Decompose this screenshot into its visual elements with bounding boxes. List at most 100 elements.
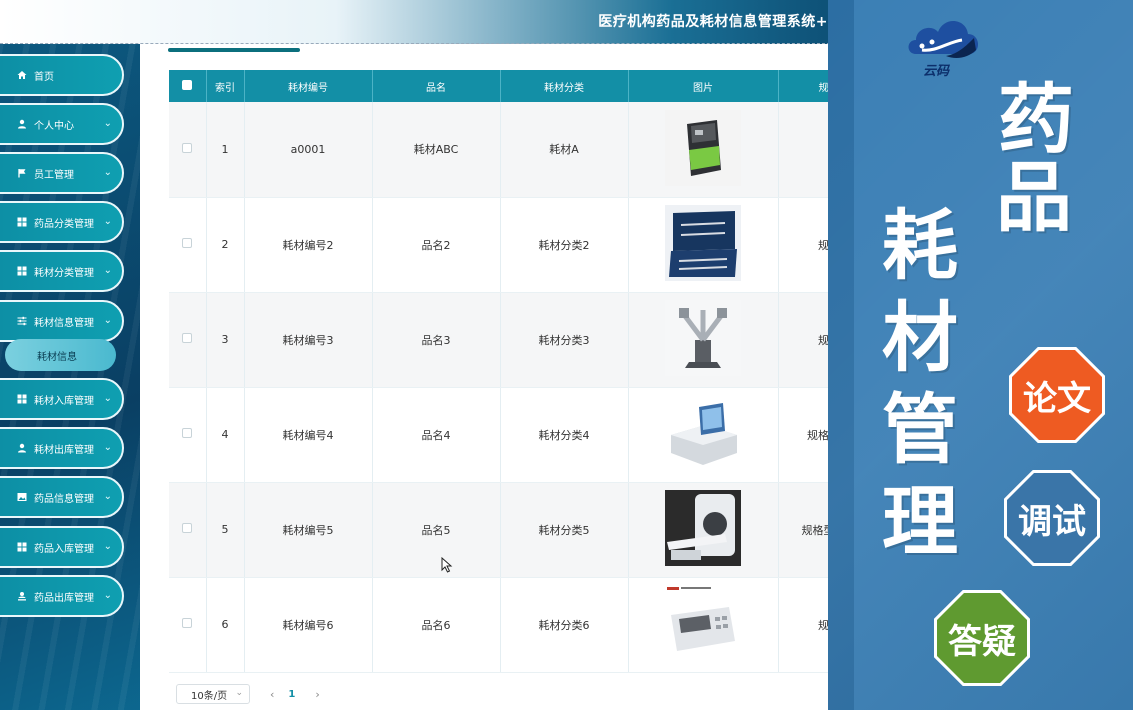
surgical-robot-image[interactable] [665, 300, 741, 376]
cell-image [628, 577, 779, 673]
analyzer-image[interactable] [665, 395, 741, 471]
column-header-image[interactable]: 图片 [628, 70, 779, 102]
column-header-index[interactable]: 索引 [206, 70, 245, 102]
sidebar-item-drug-inbound[interactable]: 药品入库管理 ⌄ [0, 526, 124, 568]
chevron-down-icon: ⌄ [103, 541, 112, 552]
promo-char: 理 [882, 477, 958, 566]
qa-badge[interactable]: 答疑 [934, 590, 1030, 686]
chevron-down-icon: ⌄ [103, 216, 112, 227]
sidebar-item-drug-outbound[interactable]: 药品出库管理 ⌄ [0, 575, 124, 617]
chevron-down-icon: ⌄ [103, 167, 112, 178]
table-header-row: 索引 耗材编号 品名 耗材分类 图片 规 [169, 70, 870, 102]
grid-icon [16, 266, 27, 277]
cell-index: 6 [206, 577, 245, 673]
user-icon [16, 119, 27, 130]
cell-code: 耗材编号5 [244, 482, 373, 578]
cell-image [628, 387, 779, 483]
cell-category: 耗材A [500, 102, 629, 198]
cell-category: 耗材分类3 [500, 292, 629, 388]
sidebar-item-supply-outbound[interactable]: 耗材出库管理 ⌄ [0, 427, 124, 469]
cell-index: 2 [206, 197, 245, 293]
image-icon [16, 492, 27, 503]
cell-name: 品名2 [372, 197, 501, 293]
row-checkbox[interactable] [182, 523, 193, 533]
table-row[interactable]: 4 耗材编号4 品名4 耗材分类4 规格型 [169, 387, 870, 483]
sidebar-item-label: 个人中心 [34, 120, 74, 132]
sidebar-item-drug-info[interactable]: 药品信息管理 ⌄ [0, 476, 124, 518]
next-page-icon[interactable]: › [315, 688, 319, 701]
instrument-case-image[interactable] [665, 205, 741, 281]
sidebar-item-label: 药品信息管理 [34, 493, 94, 505]
row-checkbox[interactable] [182, 142, 193, 153]
cell-name: 品名4 [372, 387, 501, 483]
chevron-down-icon: ⌄ [103, 442, 112, 453]
cell-name: 耗材ABC [372, 102, 501, 198]
select-all-cell[interactable] [169, 70, 207, 102]
table-row[interactable]: 2 耗材编号2 品名2 耗材分类2 规 [169, 197, 870, 293]
sidebar-item-staff[interactable]: 员工管理 ⌄ [0, 152, 124, 194]
chevron-down-icon: ⌄ [103, 265, 112, 276]
sidebar-item-supply-category[interactable]: 耗材分类管理 ⌄ [0, 250, 124, 292]
sidebar-item-profile[interactable]: 个人中心 ⌄ [0, 103, 124, 145]
sidebar-item-drug-category[interactable]: 药品分类管理 ⌄ [0, 201, 124, 243]
chevron-down-icon: ⌄ [103, 315, 112, 326]
select-all-checkbox[interactable] [182, 79, 193, 90]
logo-text: 云码 [923, 64, 950, 79]
user-upload-icon [16, 591, 27, 602]
row-checkbox[interactable] [182, 333, 193, 343]
paper-badge[interactable]: 论文 [1009, 347, 1105, 443]
debug-badge-label: 调试 [1007, 473, 1097, 563]
table-row[interactable]: 3 耗材编号3 品名3 耗材分类3 规 [169, 292, 870, 388]
table-row[interactable]: 5 耗材编号5 品名5 耗材分类5 规格型号 [169, 482, 870, 578]
sidebar-item-label: 耗材出库管理 [34, 444, 94, 456]
sidebar-item-home[interactable]: 首页 [0, 54, 124, 96]
ct-scanner-image[interactable] [665, 490, 741, 566]
table-row[interactable]: 1 a0001 耗材ABC 耗材A [169, 102, 870, 198]
cell-image [628, 102, 779, 198]
table-row[interactable]: 6 耗材编号6 品名6 耗材分类6 规 [169, 577, 870, 673]
page-number-current[interactable]: 1 [288, 689, 295, 700]
cell-name: 品名3 [372, 292, 501, 388]
qa-badge-label: 答疑 [937, 593, 1027, 683]
flag-icon [16, 168, 27, 179]
cell-image [628, 292, 779, 388]
sidebar-subitem-supply-info[interactable]: 耗材信息 [5, 339, 116, 371]
promo-char: 材 [882, 293, 958, 382]
prev-page-icon[interactable]: ‹ [270, 688, 274, 701]
cell-index: 1 [206, 102, 245, 198]
page-size-select[interactable]: 10条/页 ⌄ [176, 684, 250, 704]
cell-category: 耗材分类5 [500, 482, 629, 578]
cell-code: 耗材编号3 [244, 292, 373, 388]
cell-code: a0001 [244, 102, 373, 198]
top-bar: 医疗机构药品及耗材信息管理系统+ [0, 0, 840, 44]
column-header-code[interactable]: 耗材编号 [244, 70, 373, 102]
row-checkbox[interactable] [182, 238, 193, 248]
cell-image [628, 197, 779, 293]
home-icon [16, 70, 27, 81]
sidebar-item-label: 耗材信息管理 [34, 317, 94, 329]
device-console-image[interactable] [665, 109, 741, 186]
cell-category: 耗材分类4 [500, 387, 629, 483]
grid-icon [16, 542, 27, 553]
ecg-monitor-image[interactable] [665, 585, 741, 661]
sidebar-item-supply-info[interactable]: 耗材信息管理 ⌄ [0, 300, 124, 342]
sidebar-item-label: 耗材入库管理 [34, 395, 94, 407]
column-header-name[interactable]: 品名 [372, 70, 501, 102]
supply-table: 索引 耗材编号 品名 耗材分类 图片 规 1 a0001 耗材ABC 耗材A 2… [169, 70, 870, 673]
cell-index: 4 [206, 387, 245, 483]
chevron-down-icon: ⌄ [103, 590, 112, 601]
cell-index: 3 [206, 292, 245, 388]
debug-badge[interactable]: 调试 [1004, 470, 1100, 566]
sidebar-item-label: 员工管理 [34, 169, 74, 181]
cell-category: 耗材分类6 [500, 577, 629, 673]
grid-icon [16, 394, 27, 405]
cell-code: 耗材编号4 [244, 387, 373, 483]
column-header-category[interactable]: 耗材分类 [500, 70, 629, 102]
cell-image [628, 482, 779, 578]
sidebar-item-label: 药品分类管理 [34, 218, 94, 230]
row-checkbox[interactable] [182, 618, 193, 628]
page-size-value: 10条/页 [191, 690, 228, 702]
row-checkbox[interactable] [182, 428, 193, 438]
cell-name: 品名6 [372, 577, 501, 673]
sidebar-item-supply-inbound[interactable]: 耗材入库管理 ⌄ [0, 378, 124, 420]
